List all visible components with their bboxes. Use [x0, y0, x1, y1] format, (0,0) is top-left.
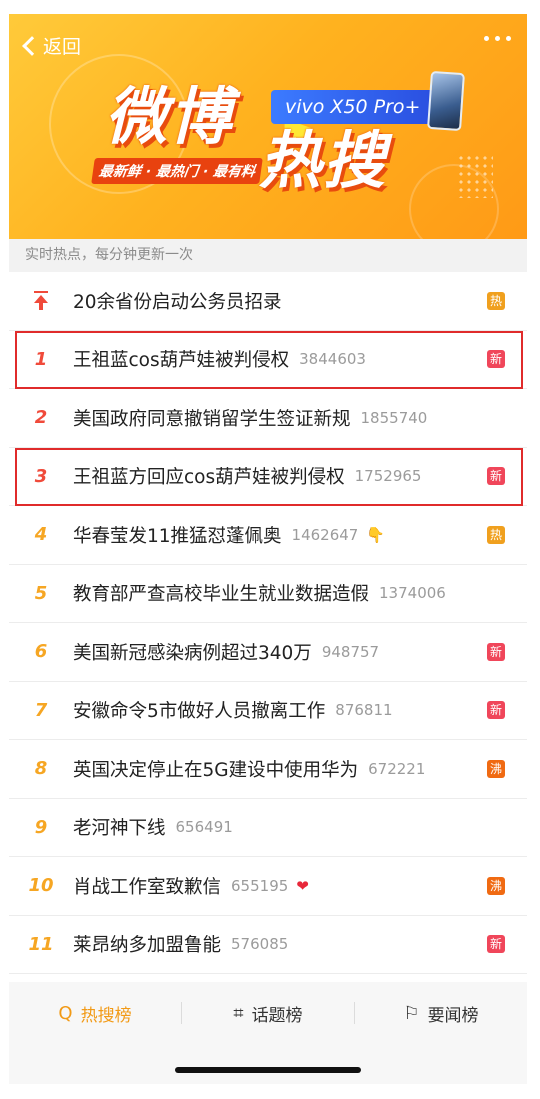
- item-title: 王祖蓝cos葫芦娃被判侵权: [73, 350, 290, 372]
- list-item[interactable]: 6 美国新冠感染病例超过340万 948757 新: [9, 623, 527, 682]
- item-rank: 2: [34, 407, 48, 429]
- item-title: 莱昂纳多加盟鲁能: [73, 935, 222, 957]
- back-label: 返回: [43, 36, 82, 58]
- item-rank: 9: [34, 816, 48, 838]
- item-title: 肖战工作室致歉信: [73, 876, 222, 898]
- item-title: 英国决定停止在5G建设中使用华为: [73, 759, 359, 781]
- list-item[interactable]: 11 莱昂纳多加盟鲁能 576085 新: [9, 916, 527, 974]
- list-item[interactable]: 4 华春莹发11推猛怼蓬佩奥 1462647 👇 热: [9, 506, 527, 565]
- item-title: 20余省份启动公务员招录: [73, 291, 282, 313]
- status-badge: 新: [487, 642, 505, 661]
- weibo-logo-text: 微博: [105, 80, 234, 153]
- search-q-icon: Q: [58, 1002, 73, 1024]
- banner-slogan: 最新鲜 · 最热门 · 最有料: [91, 158, 263, 184]
- dot-icon: [506, 36, 511, 41]
- list-item[interactable]: 9 老河神下线 656491: [9, 799, 527, 857]
- more-options-button[interactable]: [484, 36, 511, 41]
- item-rank: 7: [34, 699, 48, 721]
- item-rank: 1: [34, 348, 48, 370]
- smartphone-image: [427, 70, 465, 132]
- item-rank: 10: [28, 875, 54, 897]
- list-item[interactable]: 1 王祖蓝cos葫芦娃被判侵权 3844603 新: [9, 330, 527, 389]
- status-badge: 新: [487, 467, 505, 486]
- status-badge: 沸: [487, 759, 505, 778]
- list-item[interactable]: 7 安徽命令5市做好人员撤离工作 876811 新: [9, 682, 527, 740]
- banner-dots: [457, 154, 493, 198]
- list-item[interactable]: 3 王祖蓝方回应cos葫芦娃被判侵权 1752965 新: [9, 447, 527, 506]
- item-rank: 4: [34, 524, 48, 546]
- screen: 返回 微博 热搜 vivo X50 Pro+ 最新鲜 · 最热门 · 最有料 实…: [9, 14, 527, 1084]
- status-badge: 沸: [487, 876, 505, 895]
- item-count: 656491: [175, 818, 233, 837]
- status-badge: 新: [487, 350, 505, 369]
- item-rank: 6: [34, 641, 48, 663]
- phone-frame: 返回 微博 热搜 vivo X50 Pro+ 最新鲜 · 最热门 · 最有料 实…: [0, 0, 540, 1099]
- item-rank: 11: [28, 933, 54, 955]
- item-count: 655195: [231, 876, 289, 895]
- bottom-safe-area: [9, 1044, 527, 1084]
- hashtag-icon: ⌗: [233, 1002, 244, 1024]
- item-count: 948757: [321, 642, 380, 661]
- item-title: 华春莹发11推猛怼蓬佩奥: [73, 525, 282, 547]
- hot-search-logo-text: 热搜: [259, 124, 388, 197]
- tab-hot-search[interactable]: Q 热搜榜: [9, 1001, 181, 1026]
- item-title: 安徽命令5市做好人员撤离工作: [73, 701, 326, 723]
- item-title: 美国新冠感染病例超过340万: [73, 642, 312, 664]
- bottom-tab-bar: Q 热搜榜 ⌗ 话题榜 ⚐ 要闻榜: [9, 982, 527, 1044]
- news-flag-icon: ⚐: [403, 1002, 420, 1024]
- list-item[interactable]: 10 肖战工作室致歉信 655195 ❤ 沸: [9, 857, 527, 916]
- hot-search-list: 20余省份启动公务员招录 热 1 王祖蓝cos葫芦娃被判侵权 3844603 新 2 美国…: [9, 272, 527, 974]
- tab-label: 热搜榜: [80, 1005, 132, 1026]
- chevron-left-icon: [22, 35, 42, 56]
- update-notice: 实时热点，每分钟更新一次: [9, 239, 527, 272]
- list-item[interactable]: 2 美国政府同意撤销留学生签证新规 1855740: [9, 389, 527, 448]
- back-button[interactable]: 返回: [21, 32, 81, 59]
- dot-icon: [484, 36, 489, 41]
- hot-badge: 热: [487, 291, 505, 310]
- hot-search-banner: 返回 微博 热搜 vivo X50 Pro+ 最新鲜 · 最热门 · 最有料: [9, 14, 527, 239]
- item-count: 1462647: [291, 525, 359, 544]
- status-badge: 新: [487, 701, 505, 720]
- item-count: 3844603: [299, 350, 366, 369]
- sponsor-badge: vivo X50 Pro+: [271, 90, 435, 124]
- item-title: 美国政府同意撤销留学生签证新规: [73, 408, 351, 430]
- home-indicator[interactable]: [175, 1067, 361, 1073]
- item-count: 576085: [231, 935, 289, 954]
- item-count: 1752965: [354, 467, 422, 486]
- item-title: 老河神下线: [73, 818, 166, 840]
- item-count: 1374006: [379, 584, 446, 603]
- item-rank: 5: [34, 582, 48, 604]
- status-badge: 热: [487, 525, 505, 544]
- list-item[interactable]: 5 教育部严查高校毕业生就业数据造假 1374006: [9, 565, 527, 623]
- heart-icon: ❤: [296, 876, 309, 895]
- tab-label: 话题榜: [251, 1005, 303, 1026]
- tab-label: 要闻榜: [427, 1005, 479, 1026]
- pinned-item[interactable]: 20余省份启动公务员招录 热: [9, 272, 527, 331]
- dot-icon: [495, 36, 500, 41]
- hand-down-icon: 👇: [366, 525, 386, 544]
- item-count: 876811: [335, 701, 393, 720]
- tab-news[interactable]: ⚐ 要闻榜: [355, 1001, 527, 1026]
- item-rank: 3: [34, 465, 48, 487]
- item-title: 教育部严查高校毕业生就业数据造假: [73, 584, 370, 606]
- item-count: 672221: [368, 759, 426, 778]
- list-item[interactable]: 8 英国决定停止在5G建设中使用华为 672221 沸: [9, 740, 527, 799]
- status-badge: 新: [487, 935, 505, 954]
- item-count: 1855740: [360, 408, 428, 427]
- item-rank: 8: [34, 758, 48, 780]
- item-title: 王祖蓝方回应cos葫芦娃被判侵权: [73, 467, 345, 489]
- tab-topics[interactable]: ⌗ 话题榜: [182, 1001, 354, 1026]
